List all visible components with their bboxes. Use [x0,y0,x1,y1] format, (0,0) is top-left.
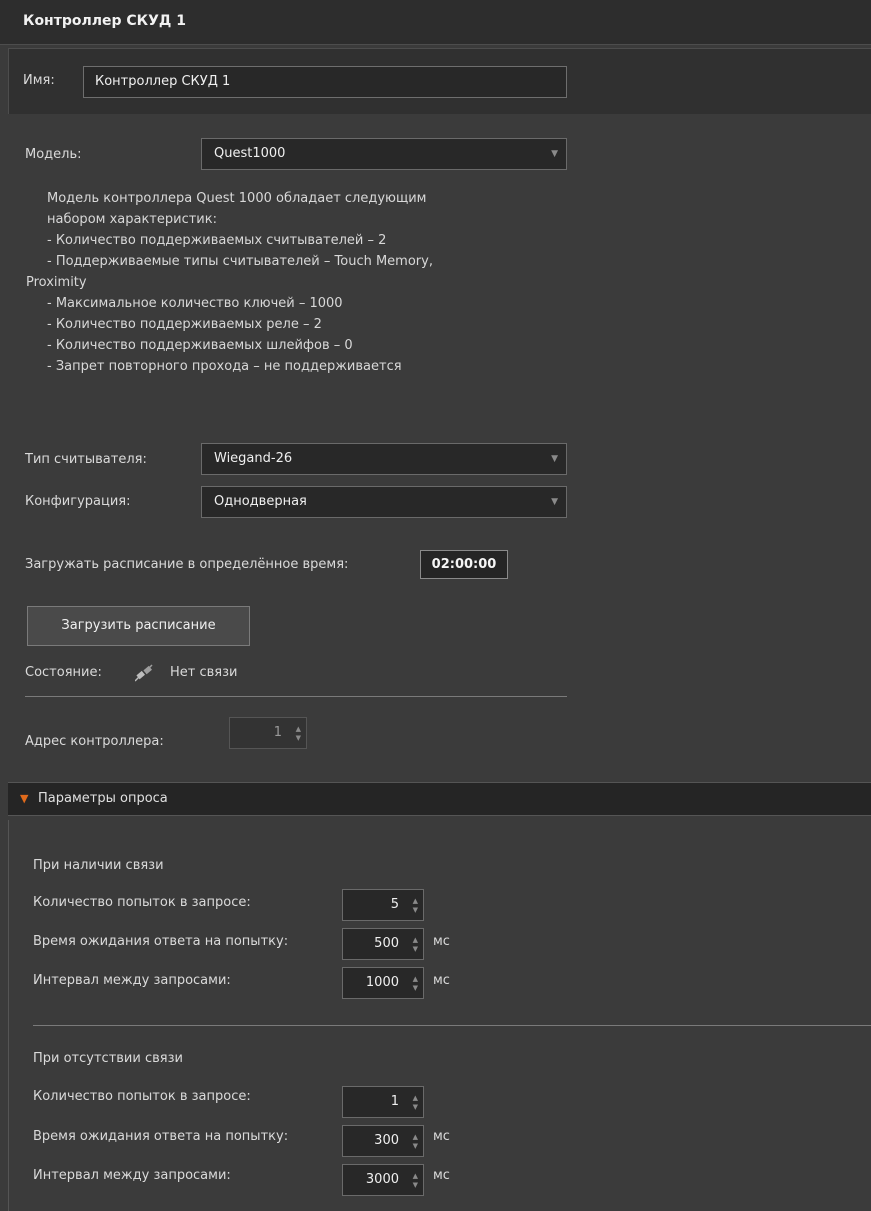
configuration-value: Однодверная [214,494,307,509]
spin-up-icon[interactable]: ▲ [296,725,301,733]
spin-up-icon[interactable]: ▲ [413,936,418,944]
connected-timeout-value: 500 [374,936,399,951]
model-label: Модель: [25,147,82,162]
description-line: - Запрет повторного прохода – не поддерж… [47,359,402,374]
connected-attempts-value: 5 [390,897,399,912]
connected-interval-stepper[interactable]: 1000 ▲ ▼ [342,967,424,999]
name-label: Имя: [23,73,55,88]
status-label: Состояние: [25,665,102,680]
disconnected-title: При отсутствии связи [33,1051,183,1066]
chevron-down-icon: ▼ [551,454,558,464]
page-title: Контроллер СКУД 1 [23,13,186,29]
polling-group-title: Параметры опроса [38,791,168,806]
connected-attempts-label: Количество попыток в запросе: [33,895,251,910]
divider [33,1025,871,1026]
status-value: Нет связи [170,665,238,680]
controller-settings-panel: Контроллер СКУД 1 Имя: Контроллер СКУД 1… [0,0,871,1211]
description-line: - Количество поддерживаемых шлейфов – 0 [47,338,353,353]
connected-title: При наличии связи [33,858,164,873]
disconnected-attempts-value: 1 [390,1094,399,1109]
description-line: Proximity [26,275,87,290]
configuration-select[interactable]: Однодверная ▼ [201,486,567,518]
spin-down-icon[interactable]: ▼ [413,906,418,914]
connected-interval-label: Интервал между запросами: [33,973,231,988]
disconnected-interval-unit: мс [433,1168,450,1183]
model-description: Модель контроллера Quest 1000 обладает с… [26,188,557,377]
schedule-time-input[interactable]: 02:00:00 [420,550,508,579]
upload-schedule-button[interactable]: Загрузить расписание [27,606,250,646]
description-line: - Максимальное количество ключей – 1000 [47,296,343,311]
address-stepper[interactable]: 1 ▲ ▼ [229,717,307,749]
spin-up-icon[interactable]: ▲ [413,897,418,905]
spin-up-icon[interactable]: ▲ [413,1172,418,1180]
name-input[interactable]: Контроллер СКУД 1 [83,66,567,98]
reader-type-label: Тип считывателя: [25,452,147,467]
title-bar: Контроллер СКУД 1 [0,0,871,45]
address-label: Адрес контроллера: [25,734,164,749]
connected-timeout-unit: мс [433,934,450,949]
spin-down-icon[interactable]: ▼ [413,984,418,992]
disconnected-timeout-label: Время ожидания ответа на попытку: [33,1129,289,1144]
connected-timeout-label: Время ожидания ответа на попытку: [33,934,289,949]
divider [25,696,567,697]
disconnected-interval-stepper[interactable]: 3000 ▲ ▼ [342,1164,424,1196]
disconnected-attempts-stepper[interactable]: 1 ▲ ▼ [342,1086,424,1118]
description-line: - Количество поддерживаемых реле – 2 [47,317,322,332]
polling-group-body [8,820,871,1211]
description-line: - Количество поддерживаемых считывателей… [47,233,387,248]
spin-down-icon[interactable]: ▼ [296,734,301,742]
description-line: Модель контроллера Quest 1000 обладает с… [47,191,427,206]
spin-down-icon[interactable]: ▼ [413,1142,418,1150]
reader-type-select[interactable]: Wiegand-26 ▼ [201,443,567,475]
spin-up-icon[interactable]: ▲ [413,1133,418,1141]
spin-up-icon[interactable]: ▲ [413,975,418,983]
spin-down-icon[interactable]: ▼ [413,945,418,953]
plug-disconnected-icon [135,664,153,682]
connected-interval-value: 1000 [365,975,399,990]
connected-attempts-stepper[interactable]: 5 ▲ ▼ [342,889,424,921]
disconnected-attempts-label: Количество попыток в запросе: [33,1089,251,1104]
model-select[interactable]: Quest1000 ▼ [201,138,567,170]
disconnected-timeout-stepper[interactable]: 300 ▲ ▼ [342,1125,424,1157]
schedule-time-label: Загружать расписание в определённое врем… [25,557,349,572]
connected-interval-unit: мс [433,973,450,988]
chevron-down-icon: ▼ [551,149,558,159]
spin-down-icon[interactable]: ▼ [413,1181,418,1189]
configuration-label: Конфигурация: [25,494,131,509]
model-select-value: Quest1000 [214,146,286,161]
expand-triangle-icon: ▼ [20,792,29,805]
connected-timeout-stepper[interactable]: 500 ▲ ▼ [342,928,424,960]
description-line: набором характеристик: [47,212,217,227]
disconnected-timeout-value: 300 [374,1133,399,1148]
reader-type-value: Wiegand-26 [214,451,293,466]
chevron-down-icon: ▼ [551,497,558,507]
disconnected-interval-label: Интервал между запросами: [33,1168,231,1183]
address-value: 1 [273,725,282,740]
description-line: - Поддерживаемые типы считывателей – Tou… [47,254,433,269]
spin-up-icon[interactable]: ▲ [413,1094,418,1102]
polling-group-header[interactable]: ▼ Параметры опроса [8,782,871,816]
disconnected-timeout-unit: мс [433,1129,450,1144]
spin-down-icon[interactable]: ▼ [413,1103,418,1111]
disconnected-interval-value: 3000 [365,1172,399,1187]
